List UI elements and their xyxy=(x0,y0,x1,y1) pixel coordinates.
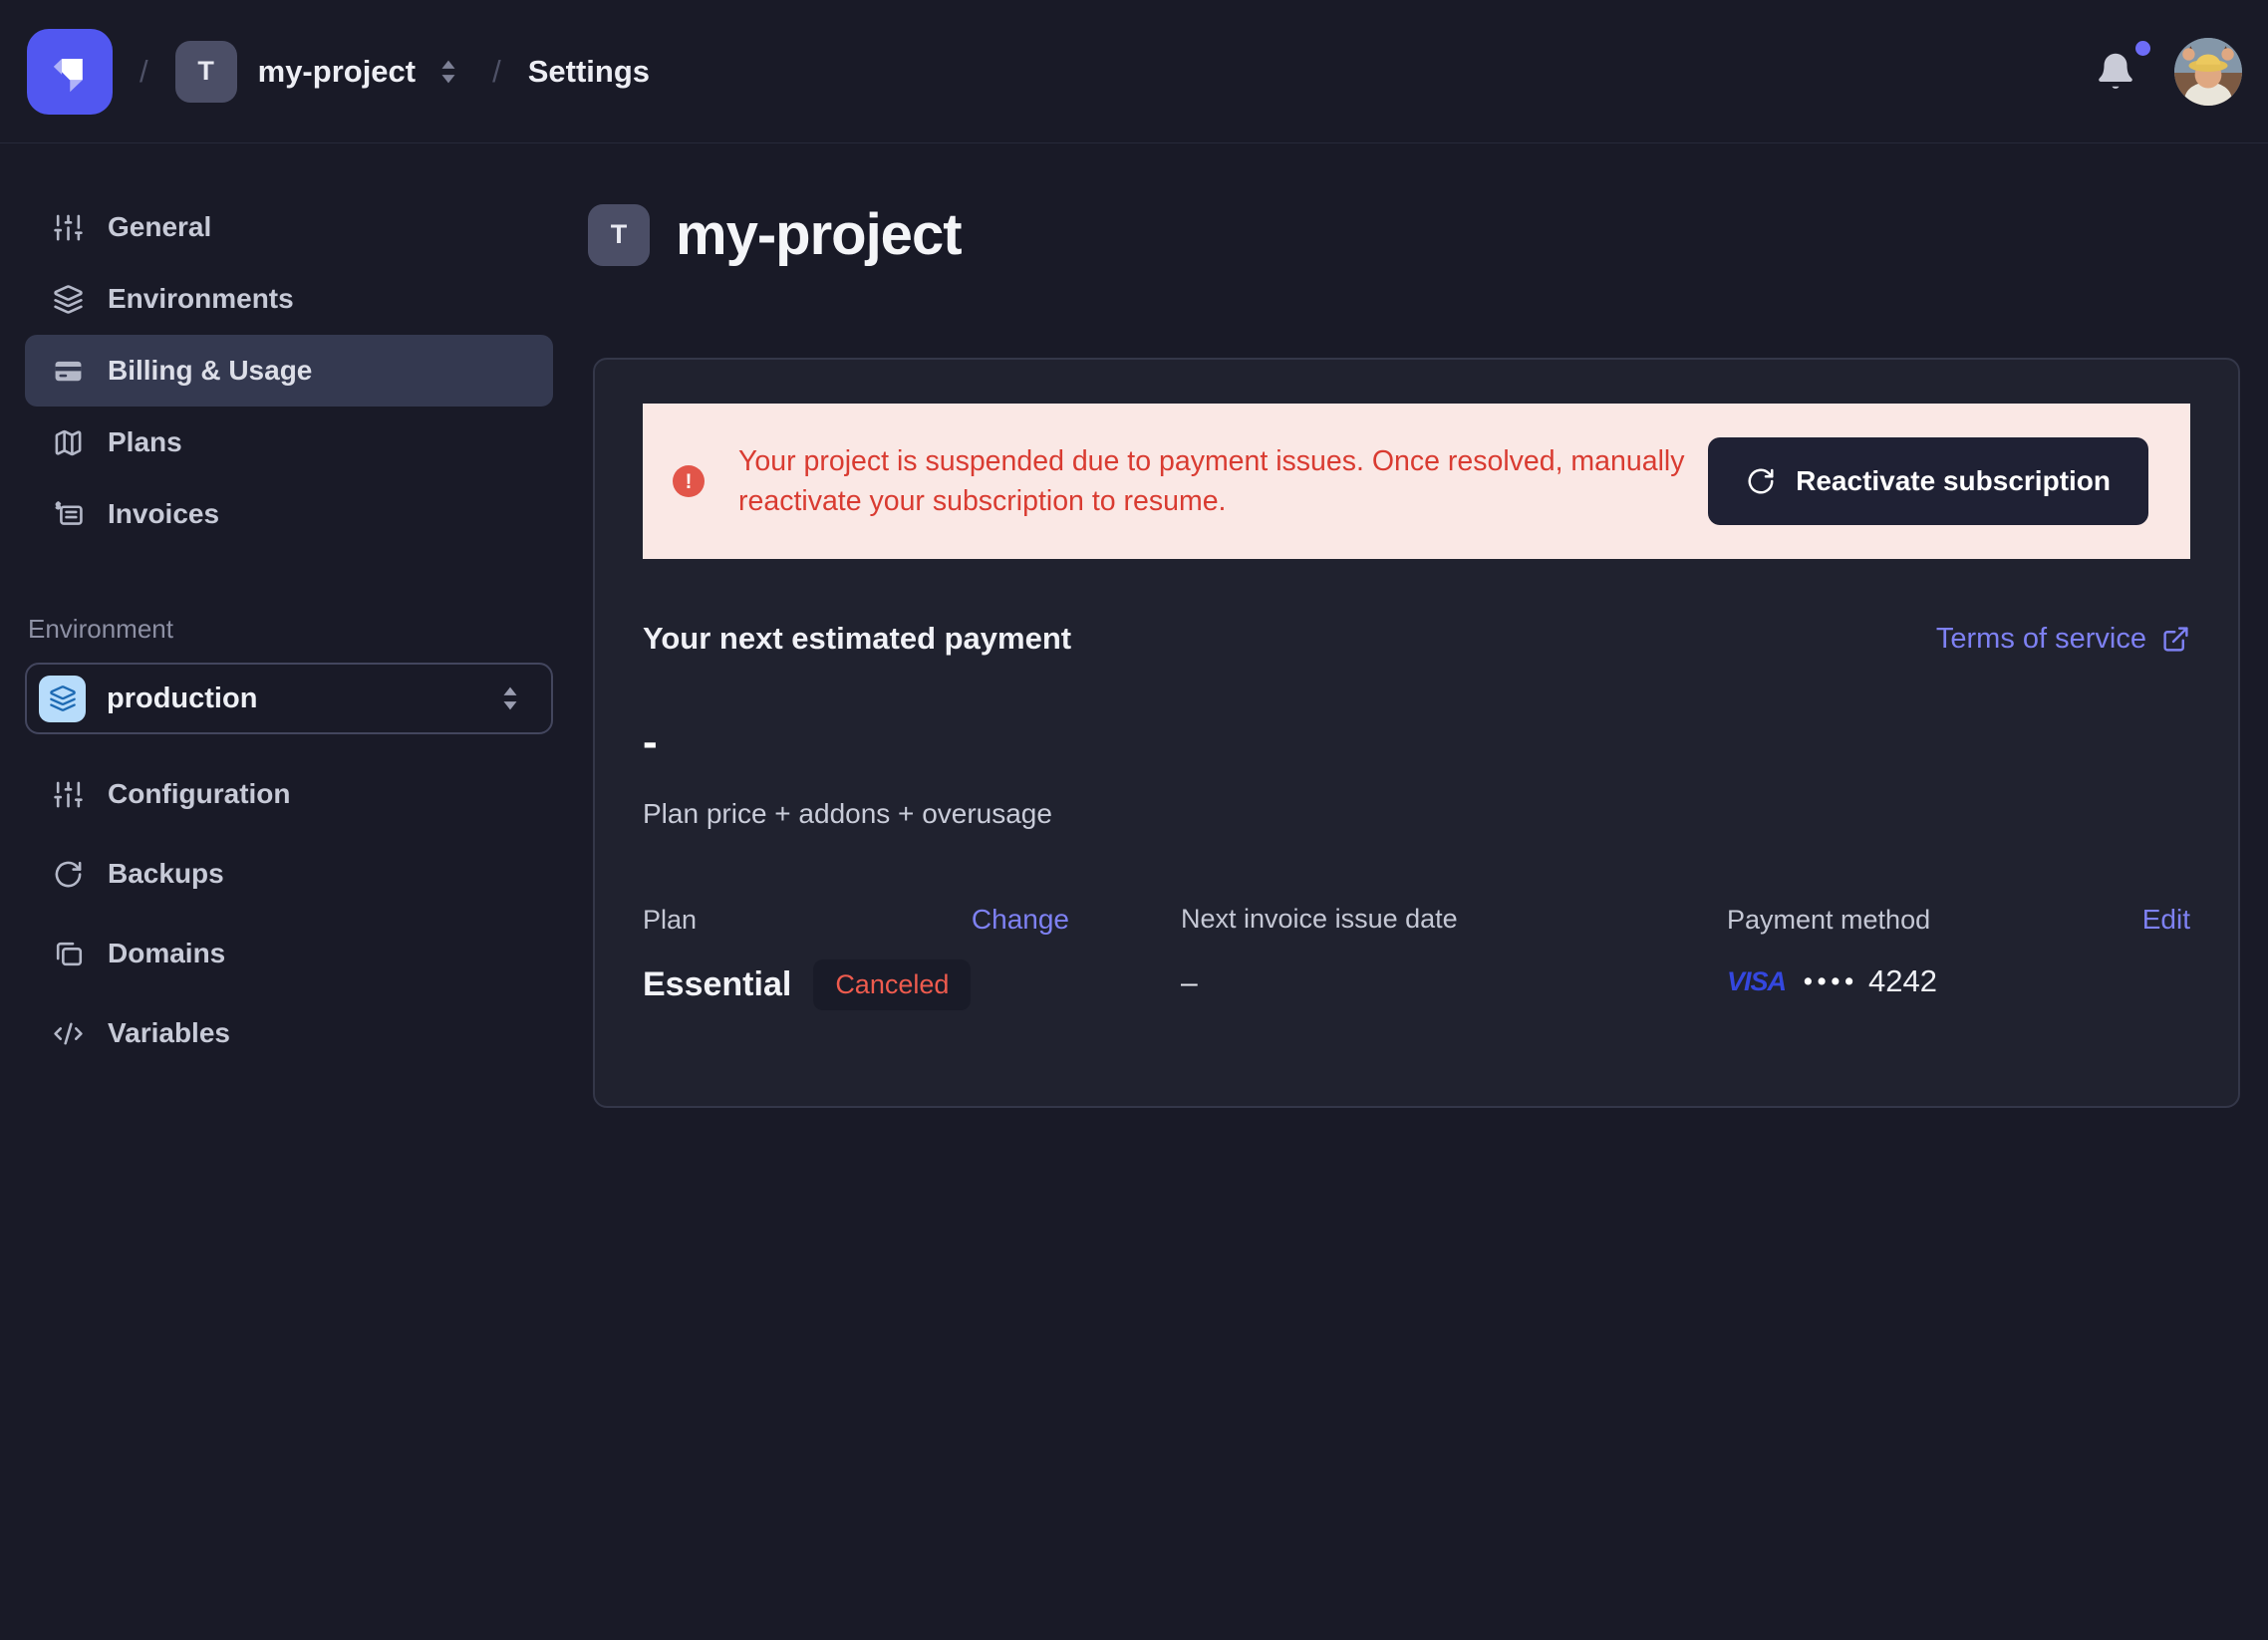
sidebar-item-label: Configuration xyxy=(108,778,291,810)
estimated-payment-formula: Plan price + addons + overusage xyxy=(643,798,2190,830)
settings-sidebar: General Environments Billing & Usage xyxy=(0,143,593,1640)
plan-name: Essential xyxy=(643,965,791,1004)
reactivate-button-label: Reactivate subscription xyxy=(1796,465,2111,497)
environment-settings-nav: Configuration Backups Domains xyxy=(25,754,553,1073)
environment-select-value: production xyxy=(107,683,493,715)
sidebar-item-label: Backups xyxy=(108,858,224,890)
app-root: / T my-project / Settings xyxy=(0,0,2268,1640)
layers-icon xyxy=(53,284,84,315)
sliders-icon xyxy=(53,779,84,810)
edit-payment-method-link[interactable]: Edit xyxy=(2142,904,2190,936)
card-mask-dots: •••• xyxy=(1804,967,1858,996)
chevrons-up-down-icon xyxy=(493,682,527,715)
estimated-payment-heading: Your next estimated payment xyxy=(643,621,1071,657)
sidebar-item-label: Invoices xyxy=(108,498,219,530)
visa-logo: VISA xyxy=(1727,966,1786,997)
project-avatar-chip: T xyxy=(175,41,237,103)
payment-method-column: Payment method Edit VISA •••• 4242 xyxy=(1727,904,2190,1010)
sidebar-item-label: Billing & Usage xyxy=(108,355,312,387)
sidebar-item-environments[interactable]: Environments xyxy=(25,263,553,335)
breadcrumb-project[interactable]: my-project xyxy=(258,54,416,90)
user-avatar[interactable] xyxy=(2174,38,2242,106)
sidebar-item-configuration[interactable]: Configuration xyxy=(25,754,553,834)
content-layout: General Environments Billing & Usage xyxy=(0,143,2268,1640)
code-icon xyxy=(53,1018,84,1049)
change-plan-link[interactable]: Change xyxy=(972,904,1069,936)
sidebar-item-variables[interactable]: Variables xyxy=(25,993,553,1073)
external-link-icon xyxy=(2161,625,2190,654)
project-switcher-button[interactable] xyxy=(431,55,465,89)
chevrons-up-down-icon xyxy=(431,55,465,89)
page-title: my-project xyxy=(676,201,962,268)
top-bar-actions xyxy=(2093,38,2242,106)
rotate-cw-icon xyxy=(53,859,84,890)
terms-of-service-link[interactable]: Terms of service xyxy=(1936,623,2190,656)
environment-select[interactable]: production xyxy=(25,663,553,734)
sidebar-item-label: General xyxy=(108,211,211,243)
breadcrumb-section: Settings xyxy=(528,54,650,90)
sidebar-item-label: Plans xyxy=(108,426,182,458)
reactivate-subscription-button[interactable]: Reactivate subscription xyxy=(1708,437,2148,525)
notifications-button[interactable] xyxy=(2093,49,2138,95)
unread-notification-dot xyxy=(2135,41,2150,56)
suspension-alert: ! Your project is suspended due to payme… xyxy=(643,404,2190,559)
app-logo[interactable] xyxy=(27,29,113,115)
project-title-row: T my-project xyxy=(588,201,2240,268)
next-invoice-date: – xyxy=(1181,966,1727,1000)
plan-label: Plan xyxy=(643,905,697,936)
environment-layers-icon xyxy=(39,676,86,722)
bell-icon xyxy=(2093,49,2138,95)
sidebar-item-invoices[interactable]: Invoices xyxy=(25,478,553,550)
estimated-payment-amount: - xyxy=(643,720,2190,764)
sidebar-item-label: Environments xyxy=(108,283,294,315)
sidebar-item-label: Variables xyxy=(108,1017,230,1049)
tuist-logo-icon xyxy=(41,43,99,101)
billing-details-row: Plan Change Essential Canceled Next invo… xyxy=(643,904,2190,1010)
environment-section-label: Environment xyxy=(28,614,553,645)
avatar-illustration xyxy=(2174,38,2242,106)
sidebar-item-label: Domains xyxy=(108,938,225,969)
stack-icon xyxy=(53,939,84,969)
payment-method-label: Payment method xyxy=(1727,905,1930,936)
next-invoice-column: Next invoice issue date – xyxy=(1181,904,1727,1010)
map-icon xyxy=(53,427,84,458)
alert-message: Your project is suspended due to payment… xyxy=(738,441,1708,521)
sidebar-item-plans[interactable]: Plans xyxy=(25,407,553,478)
main-content: T my-project ! Your project is suspended… xyxy=(593,143,2268,1640)
sidebar-item-backups[interactable]: Backups xyxy=(25,834,553,914)
estimated-payment-header: Your next estimated payment Terms of ser… xyxy=(643,621,2190,657)
alert-exclamation-icon: ! xyxy=(673,465,705,497)
billing-card: ! Your project is suspended due to payme… xyxy=(593,358,2240,1108)
sidebar-item-domains[interactable]: Domains xyxy=(25,914,553,993)
sidebar-item-general[interactable]: General xyxy=(25,191,553,263)
credit-card-icon xyxy=(53,356,84,387)
project-avatar-chip: T xyxy=(588,204,650,266)
invoice-icon xyxy=(53,499,84,530)
top-bar: / T my-project / Settings xyxy=(0,0,2268,143)
card-last4: 4242 xyxy=(1868,963,1937,999)
plan-column: Plan Change Essential Canceled xyxy=(643,904,1069,1010)
sliders-icon xyxy=(53,212,84,243)
breadcrumb-separator: / xyxy=(492,54,501,90)
breadcrumb-separator: / xyxy=(140,54,148,90)
sidebar-item-billing-usage[interactable]: Billing & Usage xyxy=(25,335,553,407)
next-invoice-label: Next invoice issue date xyxy=(1181,904,1458,935)
plan-status-badge: Canceled xyxy=(813,959,971,1010)
project-settings-nav: General Environments Billing & Usage xyxy=(25,191,553,550)
rotate-cw-icon xyxy=(1746,466,1776,496)
terms-of-service-label: Terms of service xyxy=(1936,623,2146,656)
payment-method-value: VISA •••• 4242 xyxy=(1727,963,2190,999)
